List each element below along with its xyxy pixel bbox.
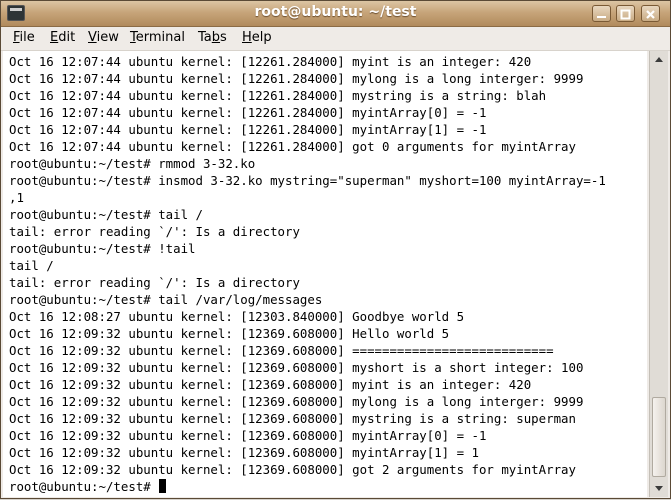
terminal-line: Oct 16 12:07:44 ubuntu kernel: [12261.28… — [9, 71, 584, 86]
arrow-down-icon — [655, 486, 663, 491]
terminal-line: tail: error reading `/': Is a directory — [9, 275, 300, 290]
close-button[interactable] — [641, 5, 660, 22]
maximize-button[interactable] — [616, 5, 635, 22]
arrow-up-icon — [655, 57, 663, 62]
shell-prompt: root@ubuntu:~/test# — [9, 479, 159, 494]
menu-bar: File Edit View Terminal Tabs Help — [1, 27, 670, 51]
terminal-line: tail: error reading `/': Is a directory — [9, 224, 300, 239]
close-icon — [646, 10, 655, 19]
terminal-line: root@ubuntu:~/test# !tail — [9, 241, 196, 256]
terminal-line: Oct 16 12:07:44 ubuntu kernel: [12261.28… — [9, 105, 487, 120]
terminal-line: Oct 16 12:09:32 ubuntu kernel: [12369.60… — [9, 411, 576, 426]
terminal-line: Oct 16 12:09:32 ubuntu kernel: [12369.60… — [9, 343, 554, 358]
scroll-down-button[interactable] — [652, 481, 666, 495]
terminal-output[interactable]: Oct 16 12:07:44 ubuntu kernel: [12261.28… — [3, 51, 647, 497]
menu-edit[interactable]: Edit — [50, 30, 75, 45]
menu-view[interactable]: View — [88, 30, 119, 45]
minimize-icon — [597, 16, 606, 18]
terminal-line: Oct 16 12:09:32 ubuntu kernel: [12369.60… — [9, 377, 532, 392]
terminal-window: root@ubuntu: ~/test File Edit View Termi… — [0, 0, 671, 499]
terminal-line: Oct 16 12:09:32 ubuntu kernel: [12369.60… — [9, 326, 450, 341]
terminal-line: Oct 16 12:09:32 ubuntu kernel: [12369.60… — [9, 445, 479, 460]
terminal-lines: Oct 16 12:07:44 ubuntu kernel: [12261.28… — [9, 53, 606, 495]
text-cursor — [159, 479, 167, 493]
window-title: root@ubuntu: ~/test — [254, 4, 417, 20]
terminal-line: Oct 16 12:09:32 ubuntu kernel: [12369.60… — [9, 360, 584, 375]
terminal-line: Oct 16 12:07:44 ubuntu kernel: [12261.28… — [9, 139, 576, 154]
vertical-scrollbar[interactable] — [649, 51, 668, 497]
terminal-line: root@ubuntu:~/test# insmod 3-32.ko mystr… — [9, 173, 606, 188]
menu-tabs[interactable]: Tabs — [198, 30, 227, 45]
menu-terminal[interactable]: Terminal — [130, 30, 185, 45]
maximize-icon — [620, 9, 631, 20]
terminal-line: Oct 16 12:07:44 ubuntu kernel: [12261.28… — [9, 88, 547, 103]
terminal-line: Oct 16 12:08:27 ubuntu kernel: [12303.84… — [9, 309, 465, 324]
terminal-line: root@ubuntu:~/test# tail /var/log/messag… — [9, 292, 323, 307]
terminal-line: tail / — [9, 258, 54, 273]
terminal-line: Oct 16 12:07:44 ubuntu kernel: [12261.28… — [9, 54, 532, 69]
minimize-button[interactable] — [592, 5, 611, 22]
menu-help[interactable]: Help — [242, 30, 272, 45]
terminal-line: Oct 16 12:09:32 ubuntu kernel: [12369.60… — [9, 428, 487, 443]
terminal-line: Oct 16 12:09:32 ubuntu kernel: [12369.60… — [9, 394, 584, 409]
terminal-line: Oct 16 12:07:44 ubuntu kernel: [12261.28… — [9, 122, 487, 137]
terminal-line: root@ubuntu:~/test# rmmod 3-32.ko — [9, 156, 256, 171]
scroll-up-button[interactable] — [652, 53, 666, 67]
menu-file[interactable]: File — [13, 30, 35, 45]
terminal-line: ,1 — [9, 190, 24, 205]
scrollbar-thumb[interactable] — [652, 397, 666, 477]
terminal-line: root@ubuntu:~/test# tail / — [9, 207, 203, 222]
terminal-line: Oct 16 12:09:32 ubuntu kernel: [12369.60… — [9, 462, 576, 477]
title-bar[interactable]: root@ubuntu: ~/test — [1, 1, 670, 27]
prompt-line[interactable]: root@ubuntu:~/test# — [9, 478, 606, 495]
